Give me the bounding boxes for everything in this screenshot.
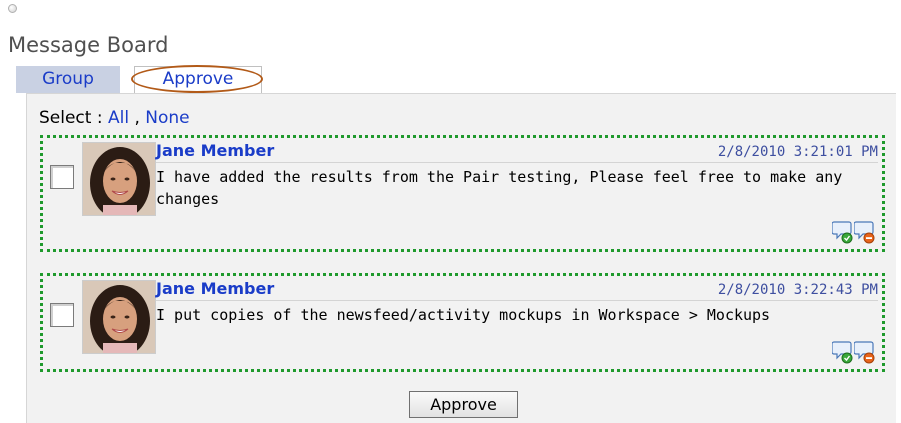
message-actions [832,219,876,245]
select-separator: , [129,108,146,128]
avatar [82,142,156,216]
avatar [82,280,156,354]
message-checkbox[interactable] [50,303,74,327]
select-none-link[interactable]: None [145,108,189,128]
approve-button[interactable]: Approve [409,391,518,418]
message-body: I put copies of the newsfeed/activity mo… [156,306,771,324]
author-name[interactable]: Jane Member [156,278,274,300]
comment-reject-icon[interactable] [854,339,876,365]
page-title: Message Board [8,33,169,57]
select-label: Select : [39,108,108,128]
approval-panel: Select : All , None Jane Member 2/8/2010… [26,93,896,423]
message-checkbox[interactable] [50,165,74,189]
divider [156,162,878,163]
tab-approve[interactable]: Approve [131,65,263,93]
message-item: Jane Member 2/8/2010 3:21:01 PM I have a… [40,135,885,252]
message-actions [832,339,876,365]
comment-approve-icon[interactable] [832,219,854,245]
tab-approve-label: Approve [162,69,234,89]
tab-group[interactable]: Group [16,66,120,93]
comment-reject-icon[interactable] [854,219,876,245]
message-body: I have added the results from the Pair t… [156,168,843,208]
select-all-link[interactable]: All [108,108,129,128]
timestamp: 2/8/2010 3:22:43 PM [717,282,878,298]
select-row: Select : All , None [39,108,190,128]
pin-icon [8,4,17,13]
author-name[interactable]: Jane Member [156,140,274,162]
message-item: Jane Member 2/8/2010 3:22:43 PM I put co… [40,273,885,372]
timestamp: 2/8/2010 3:21:01 PM [717,144,878,160]
divider [156,300,878,301]
comment-approve-icon[interactable] [832,339,854,365]
